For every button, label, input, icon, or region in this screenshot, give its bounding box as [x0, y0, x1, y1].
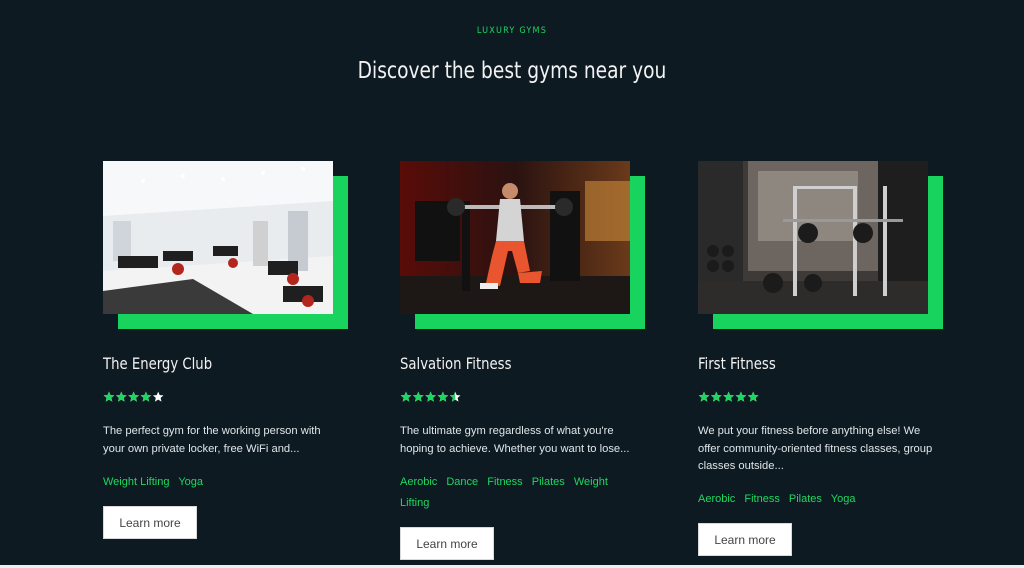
tag-link[interactable]: Weight Lifting [103, 476, 169, 488]
star-icon [103, 391, 115, 402]
star-rating [698, 391, 760, 403]
gym-title[interactable]: The Energy Club [103, 354, 212, 373]
squat-rack-photo[interactable] [698, 161, 928, 314]
gym-description: We put your fitness before anything else… [698, 425, 933, 472]
gym-description: The perfect gym for the working person w… [103, 425, 321, 455]
star-icon [747, 391, 759, 402]
stars-svg [103, 391, 164, 402]
tag-link[interactable]: Pilates [789, 493, 822, 505]
star-icon [449, 391, 461, 402]
tag-list: Aerobic Fitness Pilates Yoga [698, 489, 933, 510]
section-headline: Discover the best gyms near you [357, 58, 667, 84]
star-icon [152, 391, 164, 402]
learn-more-button[interactable]: Learn more [698, 523, 792, 556]
tag-link[interactable]: Fitness [744, 493, 779, 505]
gym-card: The Energy Club The perfect gym for the … [103, 161, 353, 539]
tag-link[interactable]: Fitness [487, 476, 522, 488]
learn-more-button[interactable]: Learn more [103, 506, 197, 539]
tag-list: Aerobic Dance Fitness Pilates Weight Lif… [400, 472, 635, 514]
gym-image-frame[interactable] [400, 161, 645, 329]
star-rating [103, 391, 165, 403]
tag-link[interactable]: Dance [446, 476, 478, 488]
star-icon [735, 391, 747, 402]
gym-image-frame[interactable] [103, 161, 348, 329]
star-icon [413, 391, 424, 402]
gym-image-frame[interactable] [698, 161, 943, 329]
tag-link[interactable]: Pilates [532, 476, 565, 488]
gym-interior-photo[interactable] [103, 161, 333, 314]
section-eyebrow: LUXURY GYMS [476, 26, 548, 36]
gym-description: The ultimate gym regardless of what you'… [400, 425, 630, 455]
tag-link[interactable]: Aerobic [698, 493, 735, 505]
stars-svg [698, 391, 759, 402]
tag-link[interactable]: Yoga [178, 476, 203, 488]
star-rating [400, 391, 462, 403]
star-icon [437, 391, 449, 402]
woman-squat-photo[interactable] [400, 161, 630, 314]
tag-list: Weight Lifting Yoga [103, 472, 338, 493]
gym-title[interactable]: First Fitness [698, 354, 776, 373]
star-icon [128, 391, 139, 402]
star-icon [723, 391, 734, 402]
tag-link[interactable]: Aerobic [400, 476, 437, 488]
star-icon [711, 391, 722, 402]
gym-card: First Fitness We put your fitness before… [698, 161, 948, 556]
star-icon [698, 391, 710, 402]
star-icon [400, 391, 412, 402]
star-icon [116, 391, 127, 402]
stars-svg [400, 391, 461, 402]
gym-title[interactable]: Salvation Fitness [400, 354, 511, 373]
star-icon [425, 391, 436, 402]
learn-more-button[interactable]: Learn more [400, 527, 494, 560]
gym-card: Salvation Fitness The ultimate gym regar… [400, 161, 650, 560]
tag-link[interactable]: Yoga [831, 493, 856, 505]
star-icon [140, 391, 152, 402]
